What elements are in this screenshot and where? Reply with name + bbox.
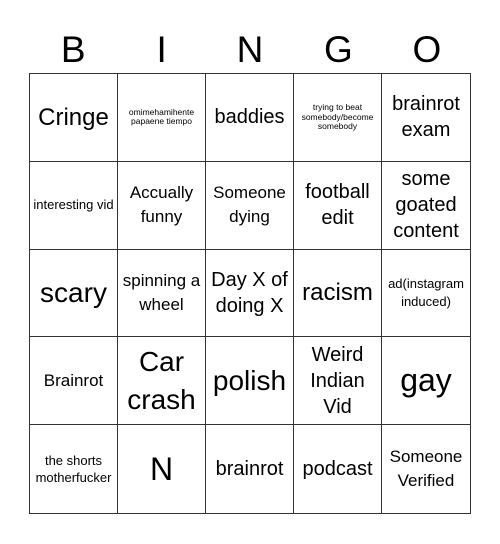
bingo-cell[interactable]: brainrot exam: [382, 74, 470, 162]
bingo-cell[interactable]: racism: [294, 249, 382, 338]
bingo-cell[interactable]: Someone Verified: [382, 425, 470, 513]
bingo-cell[interactable]: omimehamihente papaene tiempo: [118, 74, 206, 162]
bingo-cell[interactable]: scary: [30, 249, 118, 338]
bingo-cell[interactable]: Someone dying: [206, 161, 294, 250]
bingo-cell[interactable]: podcast: [294, 425, 382, 513]
header-letter-o: O: [412, 29, 442, 70]
bingo-cell[interactable]: Weird Indian Vid: [294, 337, 382, 426]
bingo-cell[interactable]: spinning a wheel: [118, 249, 206, 338]
bingo-cell[interactable]: brainrot: [206, 425, 294, 513]
bingo-cell[interactable]: the shorts motherfucker: [30, 425, 118, 513]
bingo-cell[interactable]: trying to beat somebody/become somebody: [294, 74, 382, 162]
bingo-cell[interactable]: football edit: [294, 161, 382, 250]
header-letter-b: B: [60, 29, 86, 70]
bingo-cell[interactable]: baddies: [206, 74, 294, 162]
bingo-cell[interactable]: polish: [206, 337, 294, 426]
header-letter-g: G: [324, 29, 353, 70]
bingo-cell[interactable]: interesting vid: [30, 161, 118, 250]
bingo-header: B I N G O: [29, 28, 471, 72]
bingo-cell[interactable]: ad(instagram induced): [382, 250, 470, 338]
bingo-cell[interactable]: some goated content: [382, 162, 470, 250]
bingo-cell-free[interactable]: N: [118, 425, 206, 513]
header-letter-n: N: [236, 29, 264, 70]
bingo-cell[interactable]: gay: [382, 337, 470, 426]
bingo-cell[interactable]: Accually funny: [118, 161, 206, 250]
header-letter-i: I: [156, 29, 167, 70]
bingo-card-grid: Cringe omimehamihente papaene tiempo bad…: [29, 73, 471, 514]
bingo-cell[interactable]: Car crash: [118, 337, 206, 426]
bingo-cell[interactable]: Cringe: [30, 74, 118, 162]
bingo-cell[interactable]: Brainrot: [30, 337, 118, 426]
bingo-cell[interactable]: Day X of doing X: [206, 249, 294, 338]
